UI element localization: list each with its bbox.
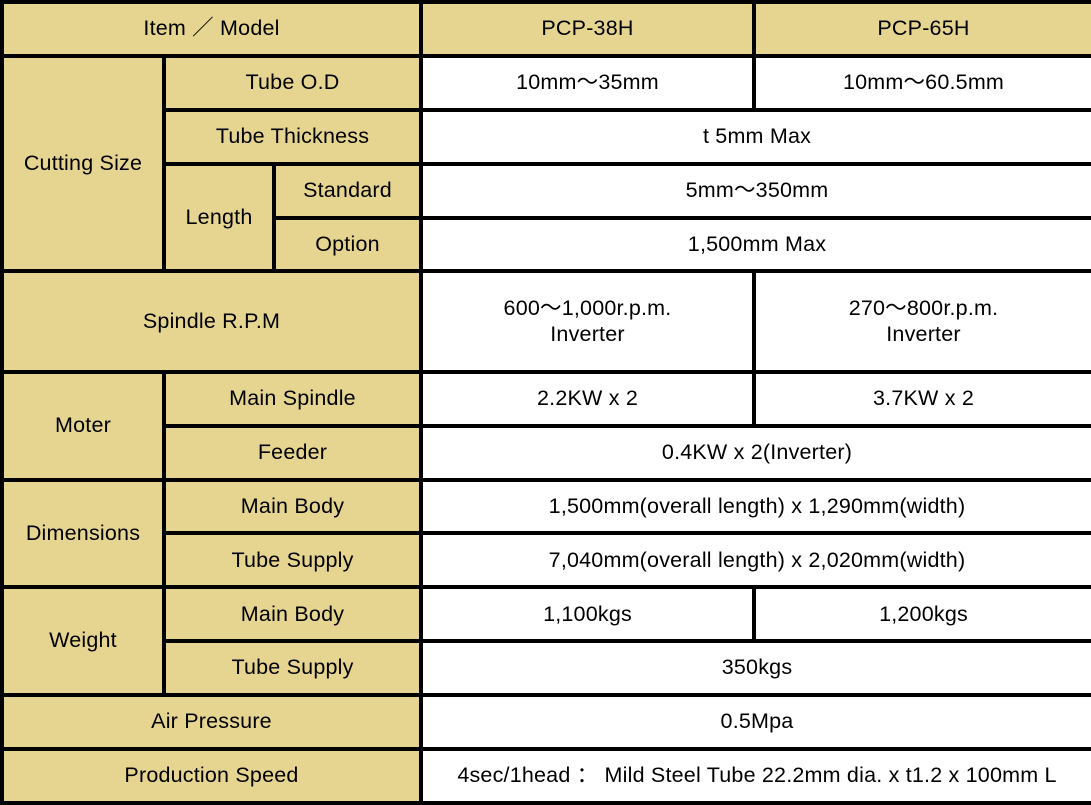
value-length-option: 1,500mm Max [419, 215, 1091, 274]
value-weight-tube-supply: 350kgs [419, 639, 1091, 698]
table-row-dimensions-main-body: Dimensions Main Body 1,500mm(overall len… [0, 477, 1091, 590]
table-row-dimensions-tube-supply: Tube Supply 7,040mm(overall length) x 2,… [2, 531, 1091, 590]
row-label-weight-main-body: Main Body [162, 585, 423, 644]
table-row-production-speed: Production Speed 4sec/1head ： Mild Steel… [0, 746, 1091, 805]
row-label-production-speed: Production Speed [0, 746, 423, 805]
row-label-cutting-size: Cutting Size [0, 53, 166, 274]
value-moter-main-spindle-pcp38h: 2.2KW x 2 [419, 369, 756, 428]
table-row-air-pressure: Air Pressure 0.5Mpa [0, 693, 1091, 751]
value-dimensions-tube-supply: 7,040mm(overall length) x 2,020mm(width) [419, 531, 1091, 590]
table-header-row: Item ／ Model PCP-38H PCP-65H [0, 0, 1091, 58]
row-label-length-option: Option [272, 215, 423, 274]
value-air-pressure: 0.5Mpa [419, 693, 1091, 751]
value-spindle-rpm-pcp38h-type: Inverter [550, 321, 625, 346]
value-dimensions-main-body: 1,500mm(overall length) x 1,290mm(width) [419, 477, 1091, 536]
value-spindle-rpm-pcp38h: 600～1,000r.p.m. Inverter [419, 269, 756, 374]
header-model-pcp38h: PCP-38H [419, 0, 756, 58]
row-label-tube-thickness: Tube Thickness [162, 107, 423, 166]
specification-table: Item ／ Model PCP-38H PCP-65H Cutting Siz… [0, 0, 1091, 805]
header-model-pcp65h: PCP-65H [752, 0, 1091, 58]
row-label-moter: Moter [0, 369, 166, 482]
value-spindle-rpm-pcp38h-range: 600～1,000r.p.m. [503, 296, 672, 321]
row-label-dimensions: Dimensions [0, 477, 166, 590]
table-row-tube-od: Cutting Size Tube O.D 10mm～35mm 10mm～60.… [0, 53, 1091, 274]
table-row-weight-tube-supply: Tube Supply 350kgs [2, 639, 1091, 698]
value-spindle-rpm-pcp65h-type: Inverter [886, 321, 961, 346]
header-item-model: Item ／ Model [0, 0, 423, 58]
table-row-moter-main-spindle: Moter Main Spindle 2.2KW x 2 3.7KW x 2 [0, 369, 1091, 482]
table-row-weight-main-body: Weight Main Body 1,100kgs 1,200kgs [0, 585, 1091, 698]
row-label-moter-feeder: Feeder [162, 423, 423, 482]
row-label-length-standard: Standard [272, 161, 423, 220]
row-label-dimensions-main-body: Main Body [162, 477, 423, 536]
table-row-spindle-rpm: Spindle R.P.M 600～1,000r.p.m. Inverter 2… [0, 269, 1091, 374]
value-tube-thickness: t 5mm Max [419, 107, 1091, 166]
row-label-weight: Weight [0, 585, 166, 698]
row-label-dimensions-tube-supply: Tube Supply [162, 531, 423, 590]
value-weight-main-body-pcp65h: 1,200kgs [752, 585, 1091, 644]
value-weight-main-body-pcp38h: 1,100kgs [419, 585, 756, 644]
value-spindle-rpm-pcp65h-range: 270～800r.p.m. [848, 296, 999, 321]
value-length-standard: 5mm～350mm [419, 161, 1091, 220]
value-spindle-rpm-pcp65h: 270～800r.p.m. Inverter [752, 269, 1091, 374]
value-production-speed: 4sec/1head ： Mild Steel Tube 22.2mm dia.… [419, 746, 1091, 805]
row-label-air-pressure: Air Pressure [0, 693, 423, 751]
row-label-length: Length [162, 161, 276, 274]
row-label-spindle-rpm: Spindle R.P.M [0, 269, 423, 374]
table-row-length-standard: Length Standard 5mm～350mm [2, 161, 1091, 274]
row-label-weight-tube-supply: Tube Supply [162, 639, 423, 698]
table-row-tube-thickness: Tube Thickness t 5mm Max [2, 107, 1091, 166]
row-label-moter-main-spindle: Main Spindle [162, 369, 423, 428]
value-moter-main-spindle-pcp65h: 3.7KW x 2 [752, 369, 1091, 428]
row-label-tube-od: Tube O.D [162, 53, 423, 112]
value-moter-feeder: 0.4KW x 2(Inverter) [419, 423, 1091, 482]
table-row-moter-feeder: Feeder 0.4KW x 2(Inverter) [2, 423, 1091, 482]
value-tube-od-pcp38h: 10mm～35mm [419, 53, 756, 112]
value-tube-od-pcp65h: 10mm～60.5mm [752, 53, 1091, 112]
